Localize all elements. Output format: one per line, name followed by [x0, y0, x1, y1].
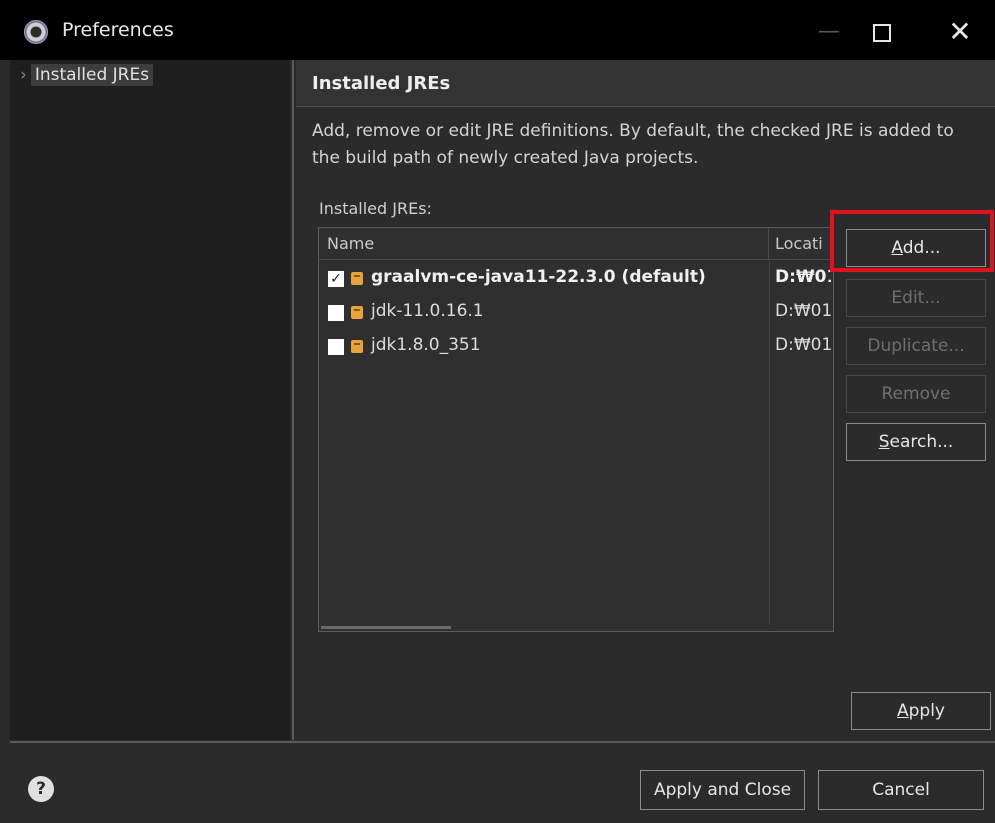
jar-icon — [351, 306, 363, 319]
maximize-button[interactable] — [862, 14, 902, 50]
column-header-name[interactable]: Name — [319, 228, 769, 260]
window-title: Preferences — [62, 19, 174, 41]
highlight-box — [830, 210, 994, 272]
jre-table[interactable]: Name Locati ✓ graalvm-ce-java11-22.3.0 (… — [318, 227, 834, 632]
table-row[interactable]: ✓ graalvm-ce-java11-22.3.0 (default) D:₩… — [319, 264, 833, 294]
horizontal-scrollbar[interactable] — [321, 626, 451, 629]
jre-checkbox[interactable] — [328, 305, 344, 321]
apply-button-mnemonic: A — [896, 701, 909, 721]
cancel-button[interactable]: Cancel — [818, 770, 984, 810]
search-button-label: earch... — [889, 432, 954, 452]
close-button[interactable]: ✕ — [940, 14, 980, 50]
jre-location: D:₩01 — [775, 301, 831, 321]
page-description: Add, remove or edit JRE definitions. By … — [312, 121, 954, 168]
search-button-mnemonic: S — [878, 432, 890, 452]
edit-button[interactable]: Edit... — [846, 279, 986, 317]
apply-and-close-button[interactable]: Apply and Close — [640, 770, 805, 810]
jre-checkbox[interactable] — [328, 339, 344, 355]
table-row[interactable]: jdk-11.0.16.1 D:₩01 — [319, 298, 833, 328]
jre-location: D:₩01 — [775, 267, 831, 287]
preference-tree: › Installed JREs — [10, 60, 290, 740]
apply-button-label: pply — [908, 701, 945, 721]
default-jre-checkbox[interactable]: ✓ — [328, 271, 344, 287]
eclipse-gear-icon — [24, 20, 48, 44]
maximize-icon — [873, 23, 891, 42]
search-button[interactable]: Search... — [846, 423, 986, 461]
question-circle-icon[interactable]: ? — [28, 776, 54, 802]
page-title: Installed JREs — [312, 73, 451, 94]
table-row[interactable]: jdk1.8.0_351 D:₩01 — [319, 332, 833, 362]
jre-list-label: Installed JREs: — [319, 199, 432, 218]
title-bar: Preferences — ✕ — [0, 0, 995, 60]
jre-location: D:₩01 — [775, 335, 831, 355]
tree-item-installed-jres[interactable]: › Installed JREs — [20, 64, 154, 86]
jre-name: graalvm-ce-java11-22.3.0 (default) — [371, 267, 706, 287]
jre-name: jdk1.8.0_351 — [371, 335, 481, 355]
footer-divider — [10, 741, 995, 743]
apply-button[interactable]: Apply — [851, 692, 991, 730]
tree-item-label[interactable]: Installed JREs — [30, 64, 154, 86]
page-header: Installed JREs — [296, 60, 995, 107]
column-header-location[interactable]: Locati — [769, 228, 833, 260]
chevron-right-icon[interactable]: › — [20, 65, 27, 85]
pane-divider[interactable] — [292, 60, 294, 740]
jar-icon — [351, 340, 363, 353]
duplicate-button[interactable]: Duplicate... — [846, 327, 986, 365]
minimize-button[interactable]: — — [809, 14, 849, 50]
jar-icon — [351, 272, 363, 285]
jre-name: jdk-11.0.16.1 — [371, 301, 484, 321]
remove-button[interactable]: Remove — [846, 375, 986, 413]
